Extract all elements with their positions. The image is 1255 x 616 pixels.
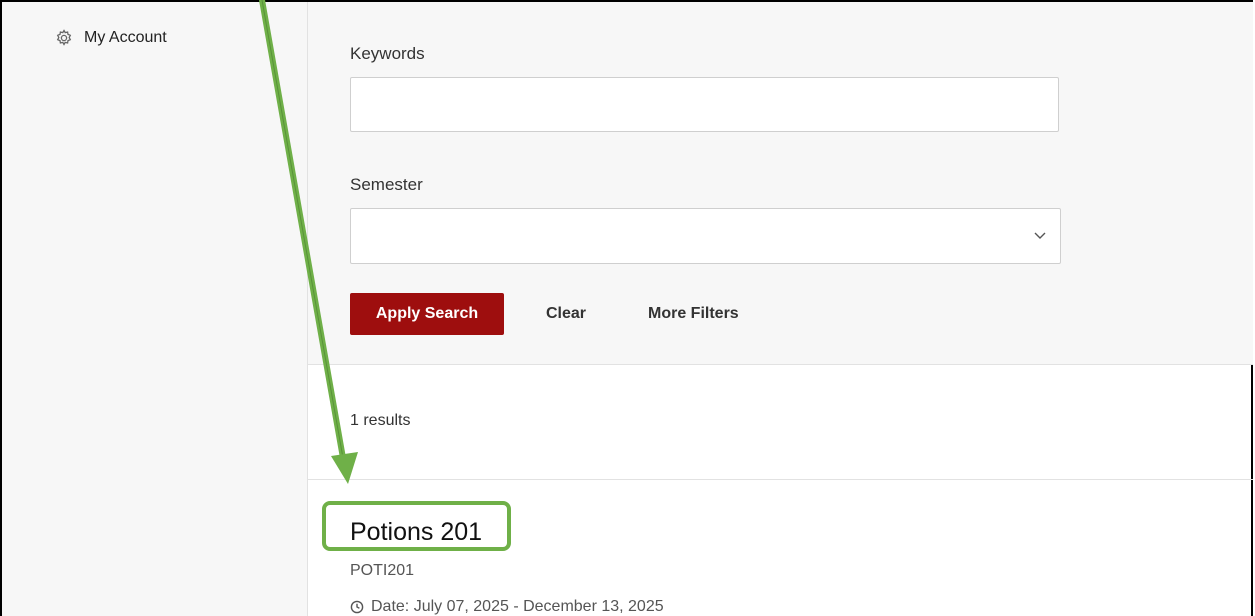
course-date-text: Date: July 07, 2025 - December 13, 2025: [371, 598, 664, 615]
apply-search-button[interactable]: Apply Search: [350, 293, 504, 335]
sidebar: My Account: [2, 2, 308, 616]
course-title-link[interactable]: Potions 201: [350, 518, 482, 547]
semester-select-wrapper: [350, 208, 1061, 264]
gear-icon: [54, 28, 74, 48]
search-filter-panel: Keywords Semester Apply Search Clear Mor…: [308, 2, 1253, 365]
course-date: Date: July 07, 2025 - December 13, 2025: [350, 598, 664, 616]
semester-label: Semester: [350, 175, 423, 194]
semester-select[interactable]: [350, 208, 1061, 264]
sidebar-item-my-account[interactable]: My Account: [54, 26, 167, 50]
sidebar-item-label: My Account: [84, 29, 167, 46]
keywords-input[interactable]: [350, 77, 1059, 132]
clear-button[interactable]: Clear: [546, 293, 586, 335]
keywords-label: Keywords: [350, 44, 425, 63]
course-code: POTI201: [350, 562, 415, 579]
more-filters-button[interactable]: More Filters: [648, 293, 739, 335]
clock-icon: [350, 600, 364, 614]
results-divider: [308, 479, 1253, 480]
results-count: 1 results: [350, 412, 411, 429]
